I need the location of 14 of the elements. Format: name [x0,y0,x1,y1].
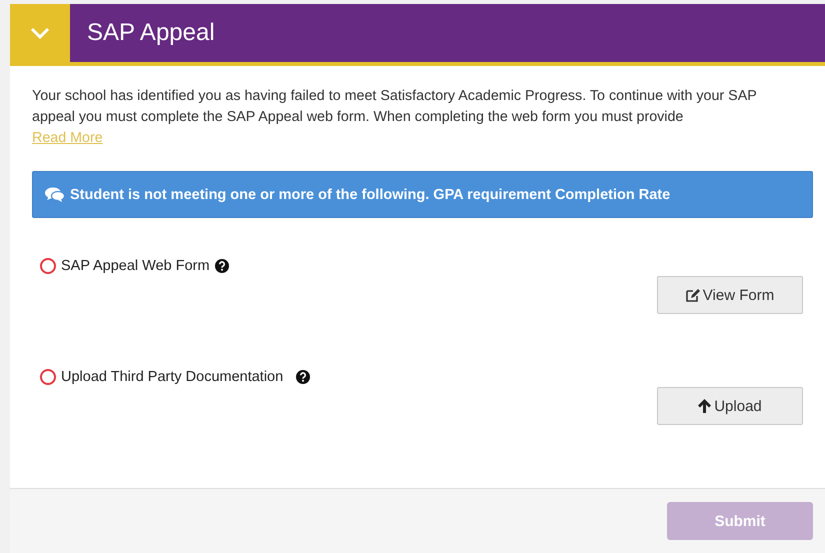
help-icon[interactable] [296,370,310,384]
chat-icon [45,186,65,202]
help-icon[interactable] [214,259,229,273]
chevron-down-icon [30,27,50,39]
alert-text: Student is not meeting one or more of the following. GPA requirement Completion Rate [70,186,670,202]
up-arrow-icon [698,399,712,413]
task-button[interactable]: View Form [657,276,803,314]
edit-icon [686,288,700,302]
collapse-toggle[interactable] [10,4,70,62]
task-button[interactable]: Upload [657,387,803,425]
panel-title: SAP Appeal [86,18,215,48]
intro-paragraph: Your school has identified you as having failed to meet Satisfactory Academic Progress. To continue with your SAP appeal you must complete the SAP Appeal web form. When completing the web form you must provide Read More [32,87,758,148]
task-label: Upload Third Party Documentation [61,369,284,385]
task-label: SAP Appeal Web Form [61,258,210,274]
